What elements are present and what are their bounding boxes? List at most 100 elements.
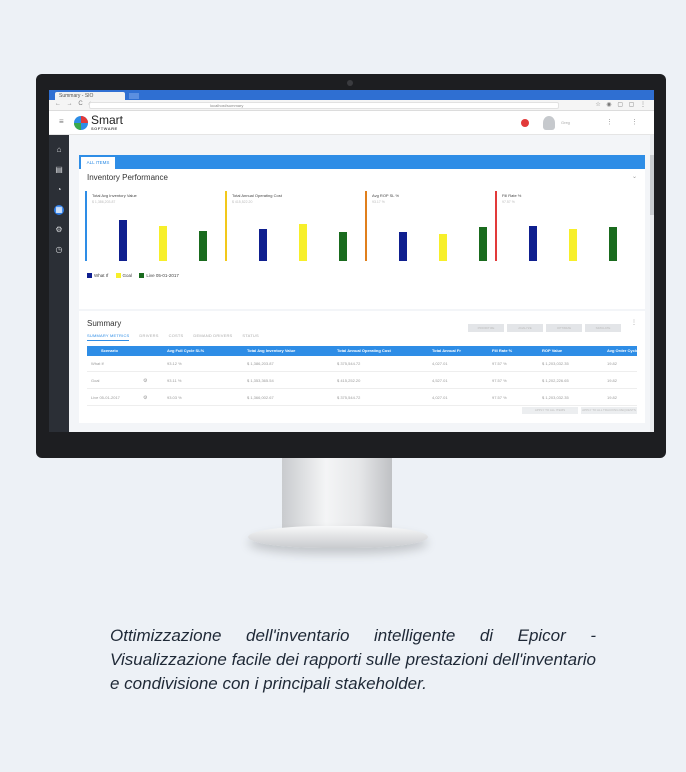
monitor-camera bbox=[347, 80, 353, 86]
address-bar[interactable]: localhost/summary bbox=[89, 102, 559, 109]
kpi-bar bbox=[529, 226, 537, 261]
chart-legend: What If Goal Live 05-01-2017 bbox=[87, 273, 179, 279]
table-cell: 4,027.01 bbox=[432, 361, 448, 366]
clock-icon[interactable]: ◷ bbox=[54, 245, 64, 255]
summary-subtabs: SUMMARY METRICS DRIVERS COSTS DEMAND DRIVER… bbox=[87, 333, 269, 341]
summary-title: Summary bbox=[87, 319, 122, 328]
column-header[interactable]: Scenario bbox=[101, 346, 118, 356]
column-header[interactable]: Fill Rate % bbox=[492, 346, 512, 356]
summary-actions: PRIORITIZE ANALYZE OPTIMIZE SIMULATE bbox=[465, 319, 621, 337]
kpi-bar bbox=[199, 231, 207, 261]
table-cell: $ 375,544.72 bbox=[337, 395, 361, 400]
column-header[interactable]: ROP Value bbox=[542, 346, 562, 356]
summary-card: Summary PRIORITIZE ANALYZE OPTIMIZE SIMULAT… bbox=[79, 311, 645, 423]
apply-to-all-tracking-button[interactable]: APPLY TO ALL TRACKING REQUESTS bbox=[581, 407, 637, 414]
table-header: Scenario Avg Full Cycle SL% Total Avg Inve… bbox=[87, 346, 638, 356]
kpi-value: 97.57 % bbox=[502, 200, 515, 204]
browser-extension-icons[interactable]: ☆ ◉ ▢ ▢ ⋮ bbox=[595, 101, 648, 108]
app-menu-icon[interactable]: ⋮ ⋮ bbox=[606, 118, 646, 126]
column-header[interactable]: Total Avg Inventory Value bbox=[247, 346, 295, 356]
kpi-bar bbox=[259, 229, 267, 261]
legend-swatch bbox=[139, 273, 145, 279]
tab-all-items[interactable]: ALL ITEMS bbox=[81, 157, 115, 169]
table-cell: 93.12 % bbox=[167, 361, 182, 366]
column-header[interactable]: Avg Order Cycle bbox=[607, 346, 638, 356]
side-rail: ⌂ ▤ ◔ ▦ ⚙ ◷ bbox=[49, 135, 69, 432]
box-icon[interactable]: ▤ bbox=[54, 165, 64, 175]
kpi-panel: Total Annual Operating Cost $ 415,522.20 bbox=[225, 191, 359, 261]
scrollbar-thumb[interactable] bbox=[650, 155, 654, 215]
performance-title: Inventory Performance bbox=[87, 173, 168, 182]
main-content: ALL ITEMS Inventory Performance ⌄ Total … bbox=[69, 135, 654, 432]
analyze-button[interactable]: ANALYZE bbox=[507, 324, 543, 332]
kpi-bar bbox=[339, 232, 347, 261]
gear-icon[interactable]: ⚙ bbox=[54, 225, 64, 235]
kpi-title: Total Avg Inventory Value bbox=[92, 193, 137, 198]
table-cell: 97.57 % bbox=[492, 361, 507, 366]
new-tab-button[interactable] bbox=[129, 93, 139, 99]
optimize-button[interactable]: OPTIMIZE bbox=[546, 324, 582, 332]
content-scrollbar[interactable] bbox=[650, 135, 654, 432]
logo-subtext: SOFTWARE bbox=[91, 126, 118, 131]
summary-footer-actions: APPLY TO ALL ITEMS APPLY TO ALL TRACKING … bbox=[519, 401, 637, 419]
table-row[interactable]: What If 93.12 % $ 1,386,203.87 $ 375,544.72… bbox=[87, 356, 637, 372]
kpi-panel: Fill Rate % 97.57 % bbox=[495, 191, 629, 261]
hamburger-menu-icon[interactable]: ≡ bbox=[59, 117, 64, 126]
table-cell: Live 05-01-2017 bbox=[91, 395, 120, 400]
apply-to-all-items-button[interactable]: APPLY TO ALL ITEMS bbox=[522, 407, 578, 414]
user-name[interactable]: Greg bbox=[561, 120, 601, 127]
logo-text: Smart bbox=[91, 113, 124, 127]
kpi-value: $ 1,386,203.87 bbox=[92, 200, 116, 204]
kpi-panel: Avg ROP SL % 93.17 % bbox=[365, 191, 499, 261]
legend-label: Live 05-01-2017 bbox=[146, 273, 179, 278]
tab-costs[interactable]: COSTS bbox=[169, 333, 184, 340]
grid-icon[interactable]: ▦ bbox=[54, 205, 64, 215]
kpi-bar bbox=[609, 227, 617, 261]
table-row[interactable]: Goal 93.11 % $ 1,353,365.54 $ 415,252.20 4,5… bbox=[87, 373, 637, 389]
row-settings-icon[interactable]: ⚙ bbox=[143, 373, 147, 389]
monitor-stand-base bbox=[248, 526, 428, 548]
kpi-bar bbox=[399, 232, 407, 261]
image-caption: Ottimizzazione dell'inventario intellige… bbox=[110, 626, 596, 693]
table-cell: 97.57 % bbox=[492, 378, 507, 383]
kpi-bar bbox=[159, 226, 167, 261]
row-settings-icon[interactable]: ⚙ bbox=[143, 390, 147, 406]
table-cell: $ 1,202,226.65 bbox=[542, 378, 569, 383]
inventory-performance-card: Inventory Performance ⌄ Total Avg Invent… bbox=[79, 169, 645, 309]
collapse-chevron-icon[interactable]: ⌄ bbox=[632, 173, 637, 180]
table-cell: 97.57 % bbox=[492, 395, 507, 400]
kpi-bar bbox=[119, 220, 127, 261]
table-cell: 93.03 % bbox=[167, 395, 182, 400]
summary-more-icon[interactable]: ⋮ bbox=[631, 319, 637, 326]
table-cell: 19.82 bbox=[607, 378, 618, 383]
column-header[interactable]: Avg Full Cycle SL% bbox=[167, 346, 204, 356]
kpi-title: Fill Rate % bbox=[502, 193, 522, 198]
app-header: ≡ Smart SOFTWARE Greg ⋮ ⋮ bbox=[49, 111, 654, 135]
tab-drivers[interactable]: DRIVERS bbox=[139, 333, 158, 340]
column-header[interactable]: Total Annual Operating Cost bbox=[337, 346, 391, 356]
notification-icon[interactable] bbox=[521, 119, 529, 127]
table-cell: $ 1,386,203.87 bbox=[247, 361, 274, 366]
item-tabs: ALL ITEMS bbox=[79, 155, 645, 169]
gauge-icon[interactable]: ◔ bbox=[54, 185, 64, 195]
kpi-value: $ 415,522.20 bbox=[232, 200, 253, 204]
column-header[interactable]: Total Annual Fr bbox=[432, 346, 461, 356]
prioritize-button[interactable]: PRIORITIZE bbox=[468, 324, 504, 332]
table-cell: 4,527.01 bbox=[432, 378, 448, 383]
tab-summary-metrics[interactable]: SUMMARY METRICS bbox=[87, 333, 130, 341]
kpi-value: 93.17 % bbox=[372, 200, 385, 204]
tab-status[interactable]: STATUS bbox=[242, 333, 258, 340]
home-icon[interactable]: ⌂ bbox=[54, 145, 64, 155]
user-avatar-icon[interactable] bbox=[543, 116, 555, 130]
table-cell: What If bbox=[91, 361, 104, 366]
table-cell: $ 1,366,002.67 bbox=[247, 395, 274, 400]
kpi-title: Avg ROP SL % bbox=[372, 193, 400, 198]
browser-tab[interactable]: Summary - SIO bbox=[55, 92, 125, 100]
kpi-bar bbox=[439, 234, 447, 261]
tab-demand-drivers[interactable]: DEMAND DRIVERS bbox=[193, 333, 232, 340]
simulate-button[interactable]: SIMULATE bbox=[585, 324, 621, 332]
table-cell: $ 415,252.20 bbox=[337, 378, 361, 383]
monitor-screen: Summary - SIO ← → C ⌂ localhost/summary … bbox=[49, 90, 654, 432]
table-cell: $ 375,544.72 bbox=[337, 361, 361, 366]
monitor-stand-neck bbox=[282, 458, 392, 530]
